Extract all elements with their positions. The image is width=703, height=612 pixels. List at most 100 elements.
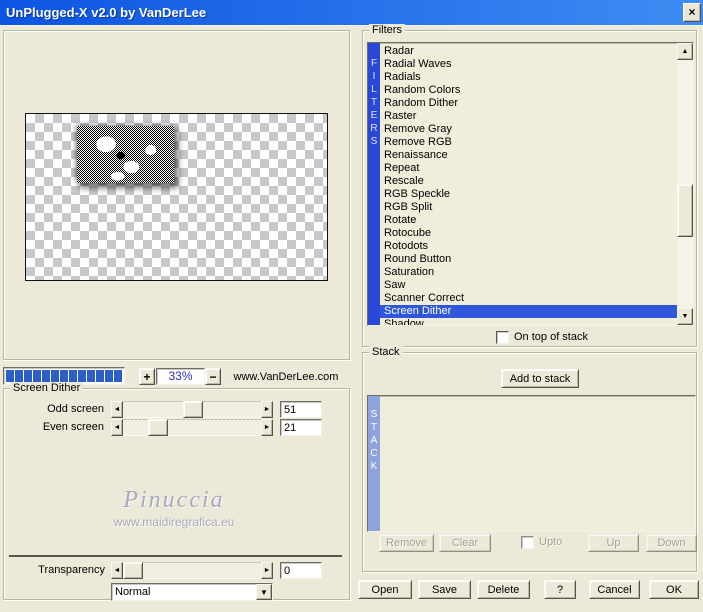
slider-left-arrow-icon[interactable]: ◄ (111, 562, 123, 579)
help-button[interactable]: ? (544, 580, 576, 599)
filter-list-item[interactable]: Rotodots (380, 240, 677, 253)
transparency-checkerboard-preview[interactable] (25, 113, 328, 281)
transparency-slider-thumb[interactable] (123, 562, 143, 579)
progress-segment (105, 370, 113, 382)
transparency-label: Transparency (38, 564, 105, 576)
filter-list-item[interactable]: Radials (380, 71, 677, 84)
progress-segment (6, 370, 14, 382)
transparency-slider-track[interactable] (123, 562, 261, 579)
odd-screen-value[interactable]: 51 (280, 401, 322, 418)
filters-scrollbar-thumb[interactable] (677, 184, 693, 237)
transparency-value[interactable]: 0 (280, 562, 322, 579)
progress-segment (42, 370, 50, 382)
down-button[interactable]: Down (646, 534, 697, 552)
filters-group: Filters F I L T E R S Radar Radial Waves R… (362, 24, 697, 347)
slider-right-arrow-icon[interactable]: ► (261, 401, 273, 418)
open-button[interactable]: Open (358, 580, 412, 599)
even-screen-slider[interactable]: ◄ ► (111, 419, 273, 436)
zoom-in-button[interactable]: + (139, 368, 155, 385)
preview-image (77, 126, 174, 183)
filter-list-item[interactable]: Remove RGB (380, 136, 677, 149)
even-screen-slider-thumb[interactable] (147, 419, 168, 436)
on-top-of-stack-checkbox[interactable] (496, 331, 509, 344)
progress-segment (24, 370, 32, 382)
progress-segment (114, 370, 122, 382)
odd-screen-slider[interactable]: ◄ ► (111, 401, 273, 418)
vendor-url: www.VanDerLee.com (233, 371, 339, 383)
filter-list-item[interactable]: Rotate (380, 214, 677, 227)
remove-button[interactable]: Remove (379, 534, 434, 552)
filter-list: Radar Radial Waves Radials Random Colors Ran… (380, 43, 677, 325)
unplugged-x-dialog: UnPlugged-X v2.0 by VanDerLee × + 33% − … (0, 0, 703, 612)
filter-list-item[interactable]: Rotocube (380, 227, 677, 240)
progress-segment (69, 370, 77, 382)
upto-label: Upto (539, 536, 563, 548)
filters-side-label: F I L T E R S (368, 43, 380, 325)
slider-left-arrow-icon[interactable]: ◄ (111, 419, 123, 436)
filter-list-item[interactable]: Raster (380, 110, 677, 123)
screen-dither-group-label: Screen Dither (10, 382, 84, 395)
filter-list-item[interactable]: Radial Waves (380, 58, 677, 71)
filter-list-item[interactable]: Round Button (380, 253, 677, 266)
filters-group-label: Filters (369, 24, 405, 37)
blend-mode-value: Normal (115, 586, 151, 598)
filter-list-item[interactable]: Random Dither (380, 97, 677, 110)
progress-segment (15, 370, 23, 382)
filter-list-item[interactable]: Saw (380, 279, 677, 292)
filter-list-item[interactable]: Repeat (380, 162, 677, 175)
filters-listbox: F I L T E R S Radar Radial Waves Radials Ra… (367, 42, 694, 326)
close-button[interactable]: × (683, 3, 701, 22)
progress-segment (87, 370, 95, 382)
progress-segment (96, 370, 104, 382)
params-divider (9, 555, 342, 557)
filter-list-item[interactable]: Random Colors (380, 84, 677, 97)
slider-right-arrow-icon[interactable]: ► (261, 419, 273, 436)
stack-listbox: S T A C K (367, 395, 696, 532)
even-screen-value[interactable]: 21 (280, 419, 322, 436)
progress-segment (33, 370, 41, 382)
stack-side-label: S T A C K (368, 396, 380, 531)
filter-list-item[interactable]: Screen Dither (380, 305, 677, 318)
zoom-out-button[interactable]: − (205, 368, 221, 385)
add-to-stack-button[interactable]: Add to stack (501, 369, 579, 388)
blend-mode-combobox[interactable]: Normal ▼ (111, 583, 273, 601)
odd-screen-label: Odd screen (47, 403, 104, 415)
scroll-down-icon[interactable]: ▼ (677, 308, 693, 325)
ok-button[interactable]: OK (649, 580, 699, 599)
slider-right-arrow-icon[interactable]: ► (261, 562, 273, 579)
preview-panel (3, 30, 350, 360)
upto-checkbox[interactable] (521, 536, 534, 549)
filter-list-item[interactable]: Radar (380, 45, 677, 58)
scroll-up-icon[interactable]: ▲ (677, 43, 693, 60)
even-screen-slider-track[interactable] (123, 419, 261, 436)
save-button[interactable]: Save (418, 580, 471, 599)
filter-list-item[interactable]: Shadow (380, 318, 677, 325)
stack-group-label: Stack (369, 346, 403, 359)
filters-scrollbar[interactable]: ▲ ▼ (677, 43, 693, 325)
even-screen-label: Even screen (42, 421, 104, 433)
filter-list-item[interactable]: Scanner Correct (380, 292, 677, 305)
zoom-level: 33% (156, 368, 205, 385)
filter-list-item[interactable]: Saturation (380, 266, 677, 279)
up-button[interactable]: Up (588, 534, 639, 552)
progress-segment (51, 370, 59, 382)
title-bar[interactable]: UnPlugged-X v2.0 by VanDerLee × (0, 0, 703, 26)
odd-screen-slider-thumb[interactable] (183, 401, 204, 418)
filter-list-item[interactable]: Renaissance (380, 149, 677, 162)
filter-list-item[interactable]: RGB Speckle (380, 188, 677, 201)
filter-list-item[interactable]: Rescale (380, 175, 677, 188)
window-title: UnPlugged-X v2.0 by VanDerLee (6, 5, 207, 20)
slider-left-arrow-icon[interactable]: ◄ (111, 401, 123, 418)
watermark-name: Pinuccia (123, 487, 225, 513)
chevron-down-icon[interactable]: ▼ (256, 584, 272, 600)
cancel-button[interactable]: Cancel (589, 580, 640, 599)
filter-list-item[interactable]: RGB Split (380, 201, 677, 214)
clear-button[interactable]: Clear (439, 534, 491, 552)
progress-segment (60, 370, 68, 382)
watermark-url: www.maidiregrafica.eu (113, 515, 235, 529)
filter-list-item[interactable]: Remove Gray (380, 123, 677, 136)
transparency-slider[interactable]: ◄ ► (111, 562, 273, 579)
delete-button[interactable]: Delete (477, 580, 530, 599)
progress-segment (78, 370, 86, 382)
on-top-of-stack-label: On top of stack (514, 331, 588, 343)
